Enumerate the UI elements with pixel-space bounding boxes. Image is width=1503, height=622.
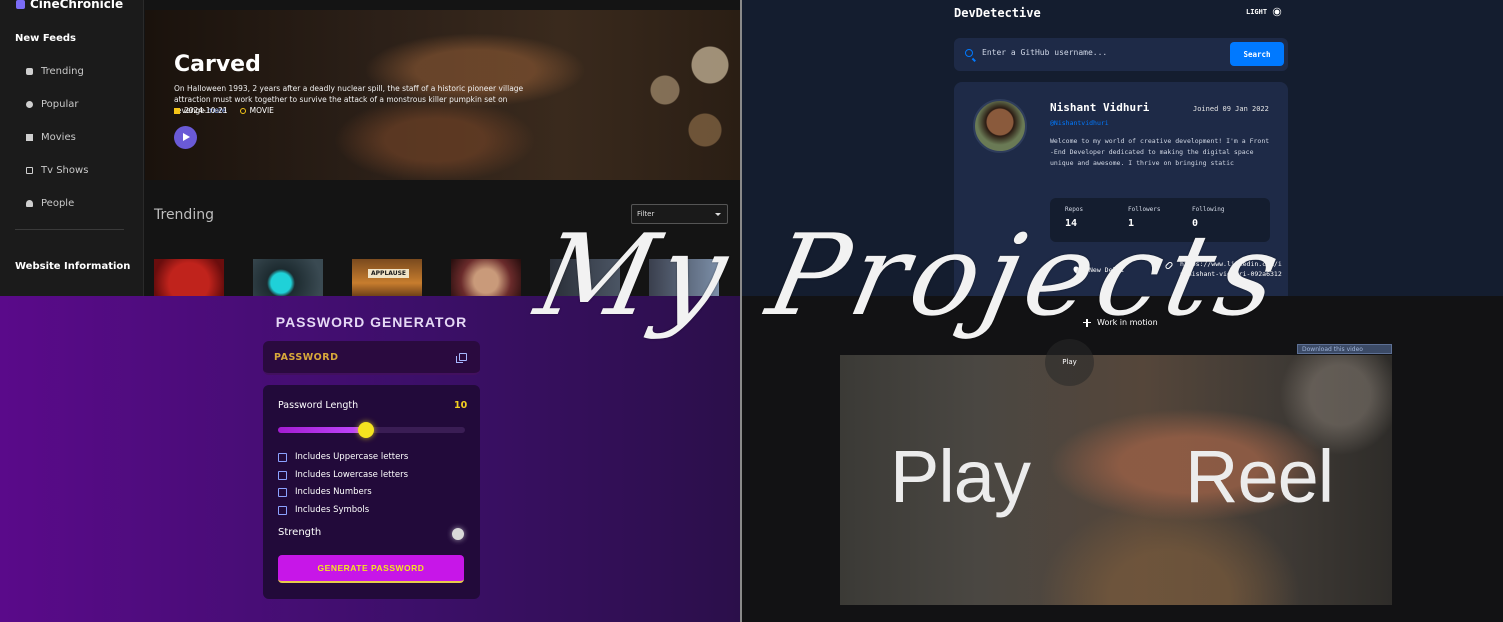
- sidebar-item-label: Popular: [41, 99, 79, 110]
- tv-icon: [26, 167, 33, 174]
- generate-password-button[interactable]: GENERATE PASSWORD: [278, 555, 464, 583]
- poster-caption: APPLAUSE: [368, 269, 410, 278]
- option-lowercase[interactable]: Includes Lowercase letters: [278, 470, 408, 480]
- overlay-title: My Projects: [526, 211, 1296, 341]
- option-label: Includes Numbers: [295, 487, 372, 497]
- option-numbers[interactable]: Includes Numbers: [278, 487, 372, 497]
- sidebar-item-label: People: [41, 198, 75, 209]
- hero-type-text: MOVIE: [249, 106, 274, 115]
- strength-indicator: [452, 528, 464, 540]
- sidebar-item-tv-shows[interactable]: Tv Shows: [26, 165, 88, 176]
- hero-title: Carved: [174, 52, 261, 77]
- checkbox[interactable]: [278, 505, 287, 515]
- trending-poster[interactable]: [154, 259, 224, 299]
- checkbox[interactable]: [278, 470, 287, 480]
- search-button[interactable]: Search: [1230, 42, 1284, 66]
- sidebar-item-people[interactable]: People: [26, 198, 74, 209]
- play-button[interactable]: [174, 126, 197, 149]
- hero-type: MOVIE: [239, 106, 274, 115]
- option-label: Includes Lowercase letters: [295, 470, 408, 480]
- cinechronicle-sidebar: CineChronicle New Feeds Trending Popular…: [0, 0, 144, 296]
- trending-poster[interactable]: [253, 259, 323, 299]
- app-title: DevDetective: [954, 6, 1041, 20]
- checkbox[interactable]: [278, 487, 287, 497]
- type-icon: [239, 108, 246, 114]
- trending-poster[interactable]: APPLAUSE: [352, 259, 422, 299]
- strength-label: Strength: [278, 527, 322, 538]
- search-input[interactable]: [982, 48, 1222, 57]
- projects-collage: CineChronicle New Feeds Trending Popular…: [0, 0, 1503, 622]
- length-label: Password Length: [278, 400, 359, 411]
- password-display: PASSWORD: [263, 341, 480, 375]
- slider-thumb[interactable]: [357, 422, 374, 438]
- sidebar-item-label: Tv Shows: [41, 165, 89, 176]
- theme-label: LIGHT: [1246, 8, 1268, 16]
- sidebar-divider: [15, 229, 124, 230]
- length-slider[interactable]: [278, 422, 465, 438]
- reel-word-reel: Reel: [1185, 435, 1334, 518]
- length-value: 10: [454, 400, 468, 411]
- fire-icon: [26, 68, 33, 75]
- slider-fill: [278, 427, 366, 433]
- brand-name: CineChronicle: [30, 0, 124, 11]
- cinechronicle-logo[interactable]: CineChronicle: [16, 0, 123, 11]
- option-symbols[interactable]: Includes Symbols: [278, 505, 369, 515]
- section-new-feeds: New Feeds: [15, 33, 76, 44]
- section-website-information: Website Information: [15, 261, 131, 272]
- hero-meta: 2024-10-21 MOVIE: [174, 106, 274, 115]
- hero-date-text: 2024-10-21: [184, 106, 228, 115]
- page-title: PASSWORD GENERATOR: [275, 314, 468, 330]
- play-cursor-button[interactable]: Play: [1045, 339, 1094, 386]
- theme-toggle[interactable]: LIGHT: [1246, 8, 1281, 16]
- sidebar-item-movies[interactable]: Movies: [26, 132, 76, 143]
- sidebar-item-popular[interactable]: Popular: [26, 99, 79, 110]
- checkbox[interactable]: [278, 452, 287, 462]
- search-bar: Search: [954, 38, 1288, 71]
- password-output: PASSWORD: [274, 352, 339, 363]
- sun-icon: [1274, 9, 1280, 15]
- hero-date: 2024-10-21: [174, 106, 228, 115]
- avatar: [973, 99, 1027, 153]
- search-icon: [965, 49, 973, 57]
- sidebar-item-trending[interactable]: Trending: [26, 66, 84, 77]
- trending-heading: Trending: [154, 207, 214, 223]
- option-label: Includes Symbols: [295, 505, 370, 515]
- profile-handle[interactable]: @Nishantvidhuri: [1050, 119, 1109, 127]
- option-uppercase[interactable]: Includes Uppercase letters: [278, 452, 408, 462]
- sidebar-item-label: Trending: [41, 66, 84, 77]
- film-icon: [26, 134, 33, 141]
- option-label: Includes Uppercase letters: [295, 452, 409, 462]
- profile-name: Nishant Vidhuri: [1050, 101, 1150, 114]
- globe-icon: [26, 101, 33, 108]
- download-video-link[interactable]: Download this video: [1297, 344, 1392, 354]
- profile-bio: Welcome to my world of creative developm…: [1050, 137, 1270, 167]
- joined-date: Joined 09 Jan 2022: [1193, 105, 1269, 113]
- person-icon: [26, 200, 33, 207]
- reel-word-play: Play: [890, 435, 1031, 518]
- calendar-icon: [174, 108, 180, 114]
- trending-poster[interactable]: [451, 259, 521, 299]
- sidebar-item-label: Movies: [41, 132, 76, 143]
- logo-icon: [16, 0, 25, 9]
- copy-icon[interactable]: [456, 353, 467, 363]
